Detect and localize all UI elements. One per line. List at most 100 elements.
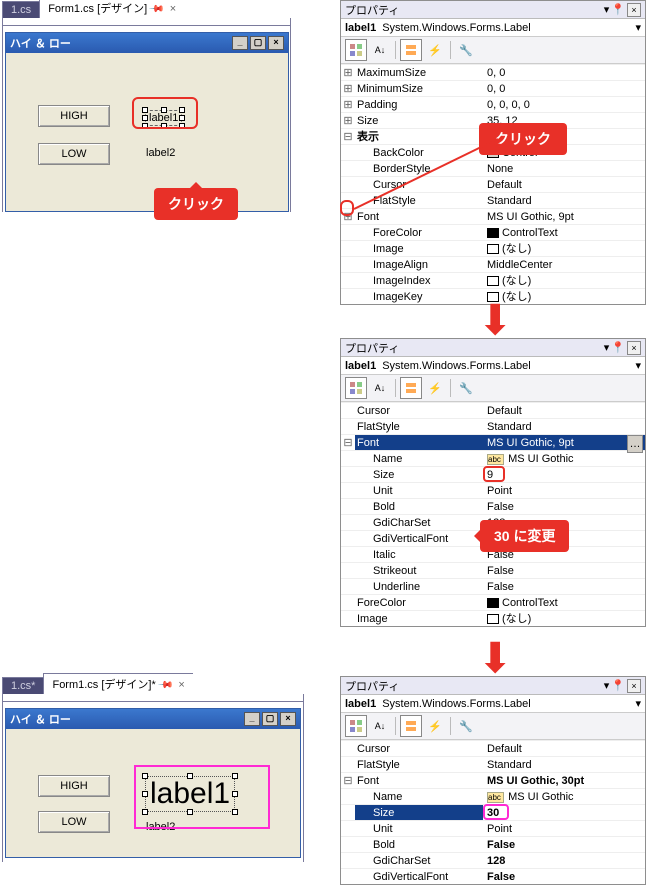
property-row[interactable]: GdiCharSet128: [341, 852, 645, 868]
property-value[interactable]: 0, 0: [483, 65, 645, 80]
form-designer-2[interactable]: ハイ ＆ ロー _ ▢ × HIGH LOW label1: [5, 708, 301, 858]
expand-icon[interactable]: ⊞: [341, 65, 355, 80]
property-value[interactable]: False: [483, 499, 645, 514]
minimize-button[interactable]: _: [244, 712, 260, 726]
property-row[interactable]: StrikeoutFalse: [341, 562, 645, 578]
property-value[interactable]: 0, 0, 0, 0: [483, 97, 645, 112]
close-panel-button[interactable]: ×: [627, 3, 641, 17]
alphabetical-button[interactable]: A↓: [369, 377, 391, 399]
property-row[interactable]: Nameabc MS UI Gothic: [341, 788, 645, 804]
property-row[interactable]: UnderlineFalse: [341, 578, 645, 594]
property-value[interactable]: Standard: [483, 757, 645, 772]
property-value[interactable]: False: [483, 837, 645, 852]
events-button[interactable]: ⚡: [424, 715, 446, 737]
pin-icon[interactable]: 📌: [148, 1, 165, 18]
property-row[interactable]: FlatStyleStandard: [341, 418, 645, 434]
property-value[interactable]: Default: [483, 177, 645, 192]
close-icon[interactable]: ×: [178, 679, 184, 691]
property-value[interactable]: False: [483, 579, 645, 594]
property-value[interactable]: MS UI Gothic, 9pt…: [483, 435, 645, 450]
minimize-button[interactable]: _: [232, 36, 248, 50]
object-selector[interactable]: label1 System.Windows.Forms.Label ▾: [341, 19, 645, 37]
expand-icon[interactable]: ⊟: [341, 435, 355, 450]
tab-designer-active[interactable]: Form1.cs [デザイン] 📌 ×: [39, 0, 184, 18]
property-row[interactable]: ⊞Padding0, 0, 0, 0: [341, 96, 645, 112]
property-row[interactable]: ImageIndex(なし): [341, 272, 645, 288]
high-button[interactable]: HIGH: [38, 105, 110, 127]
property-value[interactable]: False: [483, 563, 645, 578]
property-value[interactable]: 128: [483, 853, 645, 868]
property-row[interactable]: BoldFalse: [341, 498, 645, 514]
object-selector[interactable]: label1 System.Windows.Forms.Label ▾: [341, 695, 645, 713]
close-panel-button[interactable]: ×: [627, 679, 641, 693]
pin-icon[interactable]: 📍: [611, 341, 625, 354]
property-pages-button[interactable]: 🔧: [455, 377, 477, 399]
maximize-button[interactable]: ▢: [250, 36, 266, 50]
property-grid[interactable]: CursorDefaultFlatStyleStandard⊟FontMS UI…: [341, 402, 645, 626]
property-row[interactable]: ForeColorControlText: [341, 594, 645, 610]
property-value[interactable]: Standard: [483, 419, 645, 434]
dropdown-icon[interactable]: ▾: [604, 679, 610, 692]
categorized-button[interactable]: [345, 39, 367, 61]
property-row[interactable]: Image(なし): [341, 610, 645, 626]
label2-control[interactable]: label2: [146, 147, 175, 159]
categorized-button[interactable]: [345, 715, 367, 737]
property-row[interactable]: BorderStyleNone: [341, 160, 645, 176]
properties-button[interactable]: [400, 39, 422, 61]
property-grid[interactable]: CursorDefaultFlatStyleStandard⊟FontMS UI…: [341, 740, 645, 884]
property-value[interactable]: (なし): [483, 611, 645, 626]
property-row[interactable]: Image(なし): [341, 240, 645, 256]
alphabetical-button[interactable]: A↓: [369, 39, 391, 61]
property-row[interactable]: CursorDefault: [341, 176, 645, 192]
property-value[interactable]: ControlText: [483, 595, 645, 610]
close-button[interactable]: ×: [268, 36, 284, 50]
property-row[interactable]: FlatStyleStandard: [341, 756, 645, 772]
property-row[interactable]: ⊞MinimumSize0, 0: [341, 80, 645, 96]
property-row[interactable]: Size9: [341, 466, 645, 482]
property-value[interactable]: ControlText: [483, 225, 645, 240]
property-row[interactable]: FlatStyleStandard: [341, 192, 645, 208]
close-button[interactable]: ×: [280, 712, 296, 726]
property-row[interactable]: ⊟FontMS UI Gothic, 30pt: [341, 772, 645, 788]
low-button[interactable]: LOW: [38, 143, 110, 165]
property-row[interactable]: Size30: [341, 804, 645, 820]
property-value[interactable]: MS UI Gothic, 30pt: [483, 773, 645, 788]
property-value[interactable]: False: [483, 869, 645, 884]
close-panel-button[interactable]: ×: [627, 341, 641, 355]
expand-icon[interactable]: ⊞: [341, 209, 355, 224]
tab-designer-active[interactable]: Form1.cs [デザイン]* 📌 ×: [43, 673, 192, 694]
low-button[interactable]: LOW: [38, 811, 110, 833]
label1-control[interactable]: label1: [146, 111, 181, 125]
property-value[interactable]: Default: [483, 741, 645, 756]
property-value[interactable]: None: [483, 161, 645, 176]
dropdown-icon[interactable]: ▾: [604, 3, 610, 16]
expand-icon[interactable]: ⊟: [341, 129, 355, 144]
properties-button[interactable]: [400, 715, 422, 737]
maximize-button[interactable]: ▢: [262, 712, 278, 726]
high-button[interactable]: HIGH: [38, 775, 110, 797]
property-row[interactable]: UnitPoint: [341, 482, 645, 498]
property-pages-button[interactable]: 🔧: [455, 39, 477, 61]
categorized-button[interactable]: [345, 377, 367, 399]
events-button[interactable]: ⚡: [424, 39, 446, 61]
property-value[interactable]: (なし): [483, 273, 645, 288]
property-row[interactable]: Nameabc MS UI Gothic: [341, 450, 645, 466]
property-value[interactable]: Standard: [483, 193, 645, 208]
expand-icon[interactable]: ⊞: [341, 113, 355, 128]
property-value[interactable]: abc MS UI Gothic: [483, 789, 645, 804]
property-row[interactable]: BoldFalse: [341, 836, 645, 852]
alphabetical-button[interactable]: A↓: [369, 715, 391, 737]
property-row[interactable]: ForeColorControlText: [341, 224, 645, 240]
property-value[interactable]: MiddleCenter: [483, 257, 645, 272]
selector-dropdown-icon[interactable]: ▾: [635, 359, 641, 372]
events-button[interactable]: ⚡: [424, 377, 446, 399]
property-value[interactable]: 9: [483, 467, 645, 482]
pin-icon[interactable]: 📌: [157, 677, 174, 694]
property-value[interactable]: Point: [483, 483, 645, 498]
property-pages-button[interactable]: 🔧: [455, 715, 477, 737]
expand-icon[interactable]: ⊞: [341, 81, 355, 96]
property-value[interactable]: 0, 0: [483, 81, 645, 96]
property-row[interactable]: ImageAlignMiddleCenter: [341, 256, 645, 272]
property-row[interactable]: ⊞FontMS UI Gothic, 9pt: [341, 208, 645, 224]
pin-icon[interactable]: 📍: [611, 3, 625, 16]
